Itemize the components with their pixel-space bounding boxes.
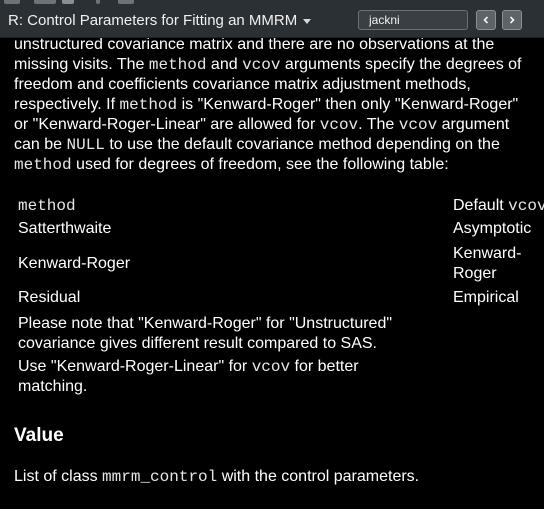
code-mmrm-control: mmrm_control (102, 468, 218, 486)
code-method: method (119, 96, 178, 114)
table-cell-default: Kenward- Roger (453, 244, 521, 284)
text: Please note that "Kenward-Roger" for "Un… (18, 315, 393, 332)
previous-topic-button[interactable] (476, 10, 496, 30)
text: to use the default covariance method dep… (104, 136, 500, 153)
note-line: Use "Kenward-Roger-Linear" for vcov for … (18, 357, 359, 377)
text: and (206, 56, 243, 73)
table-header-default-vcov: Default vcov (453, 196, 544, 216)
value-description: List of class mmrm_control with the cont… (14, 467, 419, 487)
cut-off-toolbar-separator (96, 0, 100, 4)
code-method: method (14, 156, 72, 174)
cut-off-toolbar-icon (4, 0, 20, 4)
text: covariance gives different result compar… (18, 335, 377, 352)
table-cell-method: Residual (18, 289, 81, 306)
help-topic-title: R: Control Parameters for Fitting an MMR… (8, 11, 298, 29)
paragraph-line: respectively. If method is "Kenward-Roge… (14, 95, 544, 115)
table-cell-default: Asymptotic (453, 220, 532, 237)
table-cell-default: Empirical (453, 289, 519, 306)
code-vcov: vcov (242, 56, 281, 74)
text: arguments specify the degrees of (280, 56, 522, 73)
next-topic-button[interactable] (502, 10, 522, 30)
text: missing visits. The (14, 56, 149, 73)
text: or "Kenward-Roger-Linear" are allowed fo… (14, 116, 320, 133)
code-vcov: vcov (508, 197, 544, 215)
paragraph-line: missing visits. The method and vcov argu… (14, 55, 544, 75)
toolbar-overflow-strip (0, 0, 544, 6)
table-cell-method: Satterthwaite (18, 220, 112, 237)
text: Roger (453, 265, 497, 282)
cut-off-toolbar-icon (62, 0, 74, 4)
help-toolbar: R: Control Parameters for Fitting an MMR… (0, 0, 544, 38)
text: with the control parameters. (217, 468, 420, 485)
chevron-left-icon (483, 16, 489, 24)
text: is "Kenward-Roger" then only "Kenward-Ro… (177, 96, 519, 113)
text: freedom and coefficients covariance matr… (14, 76, 471, 93)
text: matching. (18, 378, 88, 395)
code-method: method (148, 56, 207, 74)
text: Default (453, 197, 509, 214)
text: can be (14, 136, 67, 153)
text: . The (358, 116, 399, 133)
table-header-method: method (18, 197, 76, 215)
text: used for degrees of freedom, see the fol… (71, 156, 449, 173)
code-vcov: vcov (319, 116, 359, 134)
text: Kenward- (453, 245, 522, 262)
cut-off-toolbar-icon (118, 0, 134, 4)
caret-down-icon (303, 18, 312, 24)
text: argument (437, 116, 510, 133)
text: respectively. If (14, 96, 120, 113)
paragraph-line: freedom and coefficients covariance matr… (14, 75, 544, 95)
details-paragraph: unstructured covariance matrix and there… (14, 38, 544, 175)
section-heading-value: Value (14, 425, 64, 446)
help-search-input[interactable] (358, 10, 468, 30)
table-cell-method: Kenward-Roger (18, 255, 131, 272)
cut-off-toolbar-icon (34, 0, 56, 4)
paragraph-line: method used for degrees of freedom, see … (14, 155, 544, 175)
table-note-linear: Use "Kenward-Roger-Linear" for vcov for … (18, 357, 359, 397)
text: Use "Kenward-Roger-Linear" for (18, 358, 252, 375)
text: unstructured covariance matrix and there… (14, 38, 495, 53)
code-null: NULL (66, 136, 105, 154)
code-vcov: vcov (251, 358, 291, 376)
text: List of class (14, 468, 103, 485)
help-topic-dropdown[interactable]: R: Control Parameters for Fitting an MMR… (8, 9, 312, 31)
help-content: unstructured covariance matrix and there… (0, 38, 544, 509)
paragraph-line: can be NULL to use the default covarianc… (14, 135, 544, 155)
code-vcov: vcov (398, 116, 438, 134)
chevron-right-icon (509, 16, 515, 24)
text: for better (290, 358, 359, 375)
table-note-sas: Please note that "Kenward-Roger" for "Un… (18, 314, 392, 354)
paragraph-line: or "Kenward-Roger-Linear" are allowed fo… (14, 115, 544, 135)
paragraph-line: unstructured covariance matrix and there… (14, 38, 544, 55)
